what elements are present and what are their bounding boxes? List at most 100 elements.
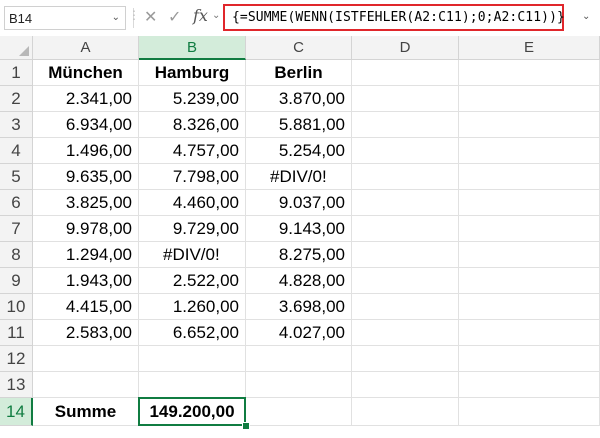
spreadsheet-grid[interactable]: A B C D E 1 München Hamburg Berlin 2 2.341,00 5.239… — [0, 36, 600, 438]
cell-a5[interactable]: 9.635,00 — [33, 164, 139, 190]
column-header-b[interactable]: B — [139, 36, 246, 60]
row-header-5[interactable]: 5 — [0, 164, 33, 190]
row-header-8[interactable]: 8 — [0, 242, 33, 268]
cell-c7[interactable]: 9.143,00 — [246, 216, 352, 242]
cell-d8[interactable] — [352, 242, 459, 268]
cell-c8[interactable]: 8.275,00 — [246, 242, 352, 268]
cell-b9[interactable]: 2.522,00 — [139, 268, 246, 294]
cell-c1[interactable]: Berlin — [246, 60, 352, 86]
cell-a11[interactable]: 2.583,00 — [33, 320, 139, 346]
cell-b2[interactable]: 5.239,00 — [139, 86, 246, 112]
name-box[interactable]: B14 ⌄ — [4, 6, 126, 30]
cell-c13[interactable] — [246, 372, 352, 398]
cell-e12[interactable] — [459, 346, 600, 372]
cell-c12[interactable] — [246, 346, 352, 372]
chevron-down-icon[interactable]: ⌄ — [112, 12, 120, 23]
cell-e14[interactable] — [459, 398, 600, 426]
cell-a3[interactable]: 6.934,00 — [33, 112, 139, 138]
column-header-c[interactable]: C — [246, 36, 352, 60]
cell-d7[interactable] — [352, 216, 459, 242]
cell-d12[interactable] — [352, 346, 459, 372]
cell-b7[interactable]: 9.729,00 — [139, 216, 246, 242]
cell-c5[interactable]: #DIV/0! — [246, 164, 352, 190]
row-header-6[interactable]: 6 — [0, 190, 33, 216]
cell-e1[interactable] — [459, 60, 600, 86]
fill-handle[interactable] — [242, 422, 250, 430]
cell-a12[interactable] — [33, 346, 139, 372]
row-header-11[interactable]: 11 — [0, 320, 33, 346]
cell-d3[interactable] — [352, 112, 459, 138]
cell-d1[interactable] — [352, 60, 459, 86]
cell-b13[interactable] — [139, 372, 246, 398]
cell-e9[interactable] — [459, 268, 600, 294]
cell-d5[interactable] — [352, 164, 459, 190]
row-header-1[interactable]: 1 — [0, 60, 33, 86]
cell-a8[interactable]: 1.294,00 — [33, 242, 139, 268]
cell-d4[interactable] — [352, 138, 459, 164]
select-all-button[interactable] — [0, 36, 33, 60]
cell-d11[interactable] — [352, 320, 459, 346]
cell-e7[interactable] — [459, 216, 600, 242]
cell-a6[interactable]: 3.825,00 — [33, 190, 139, 216]
cell-b4[interactable]: 4.757,00 — [139, 138, 246, 164]
cell-d2[interactable] — [352, 86, 459, 112]
cell-e4[interactable] — [459, 138, 600, 164]
fx-icon[interactable]: fx — [193, 6, 208, 25]
cell-a13[interactable] — [33, 372, 139, 398]
close-icon[interactable]: ✕ — [144, 7, 157, 27]
drag-handle-icon[interactable]: ⋮ — [128, 8, 140, 22]
row-header-2[interactable]: 2 — [0, 86, 33, 112]
cell-e6[interactable] — [459, 190, 600, 216]
cell-d10[interactable] — [352, 294, 459, 320]
cell-b1[interactable]: Hamburg — [139, 60, 246, 86]
row-header-7[interactable]: 7 — [0, 216, 33, 242]
row-header-9[interactable]: 9 — [0, 268, 33, 294]
cell-a7[interactable]: 9.978,00 — [33, 216, 139, 242]
cell-c6[interactable]: 9.037,00 — [246, 190, 352, 216]
cell-a2[interactable]: 2.341,00 — [33, 86, 139, 112]
column-header-a[interactable]: A — [33, 36, 139, 60]
chevron-down-icon[interactable]: ⌄ — [212, 10, 220, 21]
cell-e5[interactable] — [459, 164, 600, 190]
cell-d13[interactable] — [352, 372, 459, 398]
cell-b10[interactable]: 1.260,00 — [139, 294, 246, 320]
column-header-d[interactable]: D — [352, 36, 459, 60]
row-header-14[interactable]: 14 — [0, 398, 33, 426]
cell-e11[interactable] — [459, 320, 600, 346]
cell-c14[interactable] — [246, 398, 352, 426]
cell-c9[interactable]: 4.828,00 — [246, 268, 352, 294]
expand-formula-bar-icon[interactable]: ⌄ — [582, 11, 590, 22]
cell-c11[interactable]: 4.027,00 — [246, 320, 352, 346]
cell-c4[interactable]: 5.254,00 — [246, 138, 352, 164]
row-header-12[interactable]: 12 — [0, 346, 33, 372]
cell-e3[interactable] — [459, 112, 600, 138]
column-header-e[interactable]: E — [459, 36, 600, 60]
cell-a4[interactable]: 1.496,00 — [33, 138, 139, 164]
cell-b6[interactable]: 4.460,00 — [139, 190, 246, 216]
cell-e13[interactable] — [459, 372, 600, 398]
cell-a9[interactable]: 1.943,00 — [33, 268, 139, 294]
cell-b5[interactable]: 7.798,00 — [139, 164, 246, 190]
cell-d9[interactable] — [352, 268, 459, 294]
row-header-4[interactable]: 4 — [0, 138, 33, 164]
cell-e8[interactable] — [459, 242, 600, 268]
cell-a14[interactable]: Summe — [33, 398, 139, 426]
cell-b8[interactable]: #DIV/0! — [139, 242, 246, 268]
cell-b12[interactable] — [139, 346, 246, 372]
cell-c3[interactable]: 5.881,00 — [246, 112, 352, 138]
cell-e2[interactable] — [459, 86, 600, 112]
row-header-13[interactable]: 13 — [0, 372, 33, 398]
cell-e10[interactable] — [459, 294, 600, 320]
cell-b11[interactable]: 6.652,00 — [139, 320, 246, 346]
check-icon[interactable]: ✓ — [168, 7, 181, 27]
cell-c2[interactable]: 3.870,00 — [246, 86, 352, 112]
cell-c10[interactable]: 3.698,00 — [246, 294, 352, 320]
formula-input[interactable]: {=SUMME(WENN(ISTFEHLER(A2:C11);0;A2:C11)… — [223, 4, 565, 31]
cell-d6[interactable] — [352, 190, 459, 216]
cell-a10[interactable]: 4.415,00 — [33, 294, 139, 320]
cell-d14[interactable] — [352, 398, 459, 426]
row-header-3[interactable]: 3 — [0, 112, 33, 138]
row-header-10[interactable]: 10 — [0, 294, 33, 320]
cell-b3[interactable]: 8.326,00 — [139, 112, 246, 138]
cell-a1[interactable]: München — [33, 60, 139, 86]
